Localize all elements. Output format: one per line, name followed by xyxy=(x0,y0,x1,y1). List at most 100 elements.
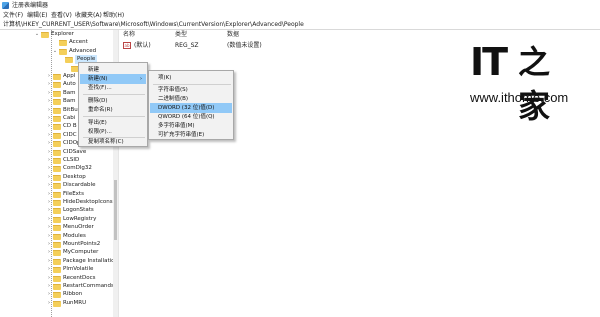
collapsed-chevron-icon[interactable]: › xyxy=(46,165,52,172)
folder-icon xyxy=(53,132,61,139)
folder-icon xyxy=(59,40,67,47)
submenu-string-value-label: 字符串值(S) xyxy=(158,87,188,93)
collapsed-chevron-icon[interactable]: › xyxy=(46,107,52,114)
ctx-header-label: 新建 xyxy=(88,67,100,73)
menu-bar: 文件(F) 编辑(E) 查看(V) 收藏夹(A) 帮助(H) xyxy=(0,11,600,20)
folder-icon xyxy=(53,174,61,181)
menu-favorites[interactable]: 收藏夹(A) xyxy=(75,11,102,20)
collapsed-chevron-icon[interactable]: › xyxy=(46,224,52,231)
watermark-url: www.ithome.com xyxy=(470,90,569,105)
window-title: 注册表编辑器 xyxy=(12,2,49,9)
folder-icon xyxy=(53,158,61,164)
collapsed-chevron-icon[interactable]: › xyxy=(46,283,52,290)
folder-icon xyxy=(53,242,61,248)
column-type[interactable]: 类型 xyxy=(175,31,187,39)
ctx-copy-key-name[interactable]: 复制项名称(C) xyxy=(80,137,146,147)
logo-it-text: IT xyxy=(470,40,508,84)
collapsed-chevron-icon[interactable]: › xyxy=(46,191,52,198)
address-bar[interactable]: 计算机\HKEY_CURRENT_USER\Software\Microsoft… xyxy=(0,20,600,30)
submenu-key[interactable]: 项(K) xyxy=(150,73,232,83)
folder-icon xyxy=(53,233,61,240)
collapsed-chevron-icon[interactable]: › xyxy=(46,241,52,248)
ctx-rename[interactable]: 重命名(R) xyxy=(80,105,146,115)
expanded-chevron-icon[interactable]: ⌄ xyxy=(34,31,40,38)
submenu-binary-value-label: 二进制值(B) xyxy=(158,96,189,102)
string-value-icon: ab xyxy=(123,42,131,49)
collapsed-chevron-icon[interactable]: › xyxy=(46,73,52,80)
tree-scrollbar-thumb[interactable] xyxy=(114,180,117,240)
collapsed-chevron-icon[interactable]: › xyxy=(46,249,52,256)
menu-edit[interactable]: 编辑(E) xyxy=(27,11,47,20)
folder-icon xyxy=(53,90,61,97)
column-name[interactable]: 名称 xyxy=(123,31,135,39)
collapsed-chevron-icon[interactable]: › xyxy=(46,174,52,181)
collapsed-chevron-icon[interactable]: › xyxy=(46,233,52,240)
folder-icon xyxy=(53,208,61,215)
ctx-find[interactable]: 查找(F)... xyxy=(80,83,146,93)
ctx-find-label: 查找(F)... xyxy=(88,85,112,91)
values-list-header: 名称 类型 数据 xyxy=(120,30,600,39)
collapsed-chevron-icon[interactable]: › xyxy=(46,115,52,122)
folder-icon xyxy=(53,191,61,198)
folder-icon xyxy=(65,57,73,64)
value-type: REG_SZ xyxy=(175,42,199,49)
collapsed-chevron-icon[interactable]: › xyxy=(46,182,52,189)
menu-view[interactable]: 查看(V) xyxy=(51,11,72,20)
folder-icon xyxy=(53,99,61,106)
collapsed-chevron-icon[interactable]: › xyxy=(46,300,52,307)
collapsed-chevron-icon[interactable]: › xyxy=(46,291,52,298)
address-path[interactable]: 计算机\HKEY_CURRENT_USER\Software\Microsoft… xyxy=(3,21,304,29)
menu-file[interactable]: 文件(F) xyxy=(3,11,23,20)
collapsed-chevron-icon[interactable]: › xyxy=(46,258,52,265)
folder-icon xyxy=(53,82,61,89)
collapsed-chevron-icon[interactable]: › xyxy=(46,275,52,282)
submenu-qword-value-label: QWORD (64 位)值(Q) xyxy=(158,114,215,120)
submenu-expandable-string-value[interactable]: 可扩充字符串值(E) xyxy=(150,130,232,140)
ctx-separator xyxy=(83,116,145,117)
folder-icon xyxy=(53,275,61,282)
ctx-rename-label: 重命名(R) xyxy=(88,107,113,113)
collapsed-chevron-icon[interactable]: › xyxy=(46,90,52,97)
expanded-chevron-icon[interactable]: ⌄ xyxy=(52,48,58,55)
value-name: (默认) xyxy=(134,42,151,49)
collapsed-chevron-icon[interactable]: › xyxy=(46,216,52,223)
folder-icon xyxy=(53,284,61,290)
tree-item[interactable]: › RunMRU xyxy=(46,299,118,308)
column-data[interactable]: 数据 xyxy=(227,31,239,39)
folder-icon xyxy=(41,32,49,38)
ctx-delete-label: 删除(D) xyxy=(88,98,108,104)
logo-cn-text: 之家 xyxy=(518,43,551,125)
folder-icon xyxy=(53,116,61,122)
submenu-expandable-string-value-label: 可扩充字符串值(E) xyxy=(158,132,205,138)
submenu-key-label: 项(K) xyxy=(158,75,172,81)
collapsed-chevron-icon[interactable]: › xyxy=(46,81,52,88)
ctx-separator xyxy=(83,94,145,95)
title-bar: 注册表编辑器 xyxy=(0,0,600,11)
folder-icon xyxy=(53,258,61,265)
folder-icon xyxy=(53,250,61,257)
collapsed-chevron-icon[interactable]: › xyxy=(46,140,52,147)
collapsed-chevron-icon[interactable]: › xyxy=(46,207,52,214)
tree-item-label: RunMRU xyxy=(63,299,87,306)
folder-icon xyxy=(53,267,61,274)
folder-icon xyxy=(53,107,61,114)
context-menu: 新建 新建(N) › 查找(F)... 删除(D) 重命名(R) 导出(E) 权… xyxy=(78,62,148,147)
menu-help[interactable]: 帮助(H) xyxy=(103,11,124,20)
collapsed-chevron-icon[interactable]: › xyxy=(46,123,52,130)
folder-icon xyxy=(53,166,61,173)
value-data: (数值未设置) xyxy=(227,42,262,49)
ctx-new-label: 新建(N) xyxy=(88,76,108,82)
collapsed-chevron-icon[interactable]: › xyxy=(46,266,52,273)
ctx-permissions[interactable]: 权限(P)... xyxy=(80,127,146,137)
folder-icon xyxy=(53,300,61,307)
collapsed-chevron-icon[interactable]: › xyxy=(46,199,52,206)
folder-icon xyxy=(53,183,61,190)
collapsed-chevron-icon[interactable]: › xyxy=(46,98,52,105)
collapsed-chevron-icon[interactable]: › xyxy=(46,132,52,139)
collapsed-chevron-icon[interactable]: › xyxy=(46,157,52,164)
regedit-icon xyxy=(2,2,9,9)
folder-icon xyxy=(53,292,61,299)
collapsed-chevron-icon[interactable]: › xyxy=(46,149,52,156)
folder-icon xyxy=(53,141,61,148)
folder-icon xyxy=(53,225,61,232)
